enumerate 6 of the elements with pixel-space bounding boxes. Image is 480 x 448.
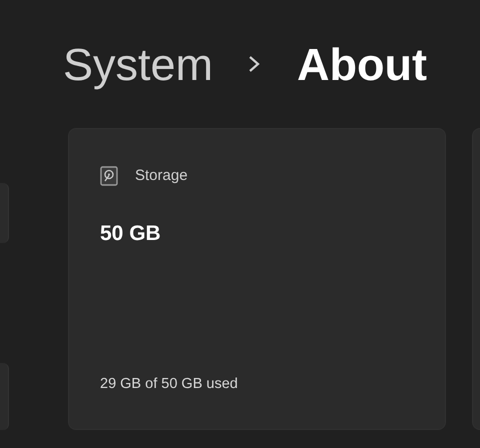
card-detail: 29 GB of 50 GB used bbox=[100, 375, 239, 394]
page-title: About bbox=[297, 42, 427, 86]
card-title: Storage bbox=[135, 166, 188, 186]
chevron-icon bbox=[247, 55, 262, 73]
hard-drive-icon bbox=[100, 166, 118, 186]
card-value: 50 GB bbox=[100, 220, 162, 246]
